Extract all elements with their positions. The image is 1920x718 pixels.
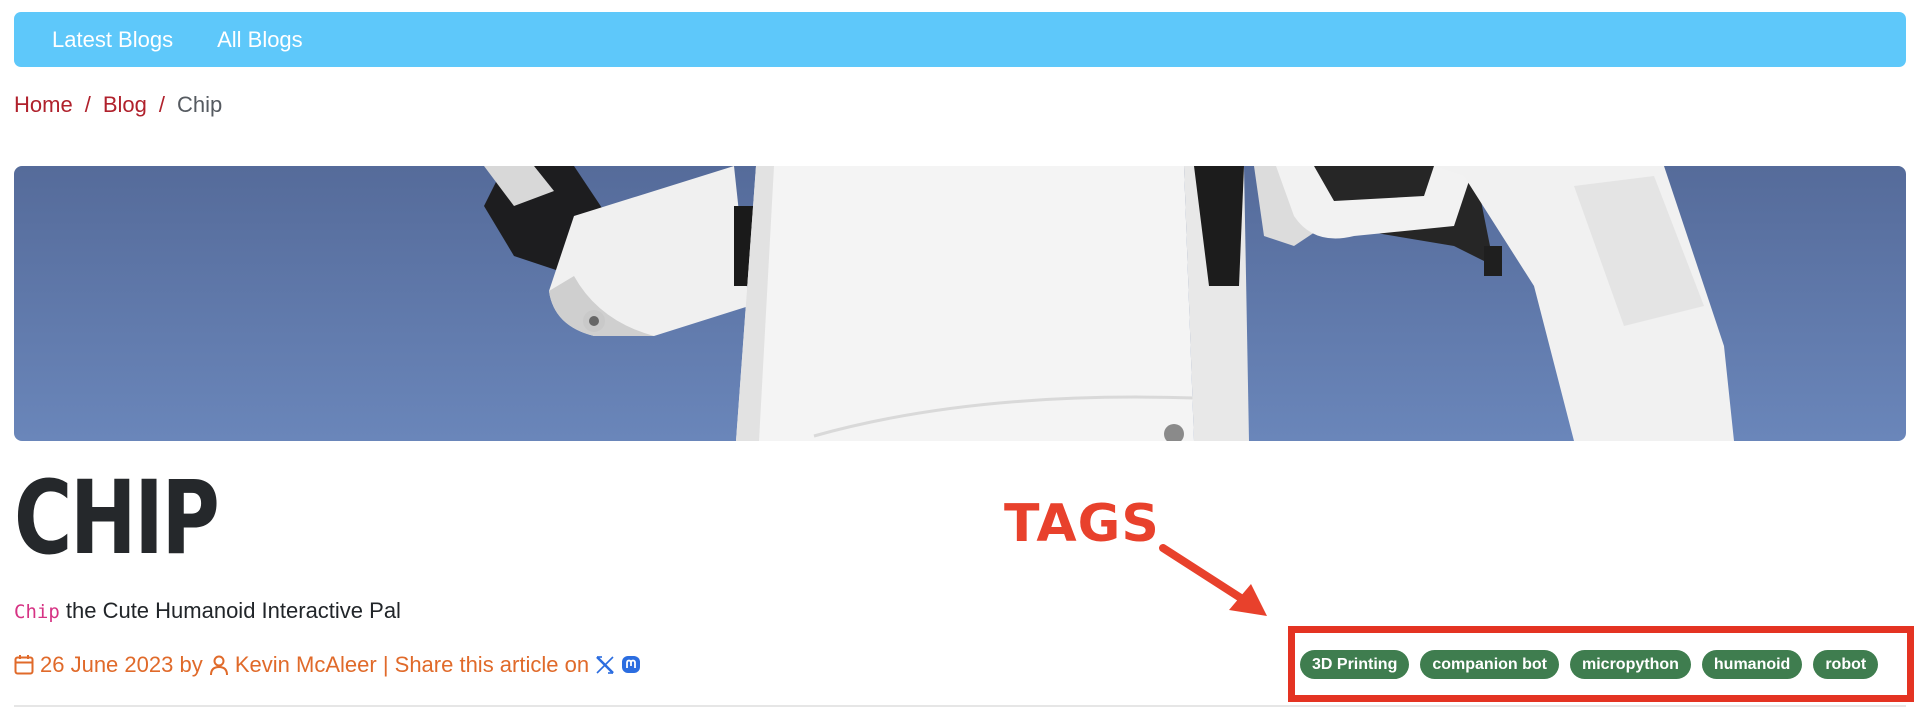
- breadcrumb-separator: /: [158, 92, 165, 117]
- top-navbar: Latest Blogs All Blogs: [14, 12, 1906, 67]
- inline-code: Chip: [14, 601, 60, 623]
- breadcrumb: Home / Blog / Chip: [14, 92, 222, 118]
- tag-robot[interactable]: robot: [1813, 650, 1879, 679]
- nav-all-blogs[interactable]: All Blogs: [217, 27, 303, 53]
- breadcrumb-home[interactable]: Home: [14, 92, 73, 118]
- tags-annotation-label: TAGS: [1004, 494, 1160, 554]
- tag-micropython[interactable]: micropython: [1570, 650, 1691, 679]
- breadcrumb-blog[interactable]: Blog: [103, 92, 147, 118]
- breadcrumb-separator: /: [84, 92, 91, 117]
- tag-companion-bot[interactable]: companion bot: [1420, 650, 1559, 679]
- nav-latest-blogs[interactable]: Latest Blogs: [52, 27, 173, 53]
- article-date: 26 June 2023: [40, 652, 174, 677]
- tag-list: 3D Printing companion bot micropython hu…: [1300, 650, 1879, 679]
- x-icon[interactable]: [595, 655, 615, 675]
- share-text: | Share this article on: [382, 652, 590, 677]
- page-title: CHIP: [14, 459, 220, 578]
- arrow-icon: [1159, 544, 1267, 616]
- article-subtitle: Chip the Cute Humanoid Interactive Pal: [14, 598, 401, 624]
- article-meta: 26 June 2023 by Kevin McAleer | Share th…: [14, 652, 641, 678]
- divider: [14, 705, 1906, 707]
- article-author[interactable]: Kevin McAleer: [235, 652, 377, 678]
- tag-3d-printing[interactable]: 3D Printing: [1300, 650, 1410, 679]
- breadcrumb-current: Chip: [176, 92, 223, 117]
- hero-image: [14, 166, 1906, 441]
- by-label: by: [179, 652, 203, 677]
- tag-humanoid[interactable]: humanoid: [1701, 650, 1803, 679]
- subtitle-text: the Cute Humanoid Interactive Pal: [59, 598, 401, 623]
- calendar-icon: [14, 654, 34, 676]
- robot-image: [484, 166, 1734, 441]
- mastodon-icon[interactable]: [621, 655, 641, 675]
- user-icon: [209, 654, 229, 676]
